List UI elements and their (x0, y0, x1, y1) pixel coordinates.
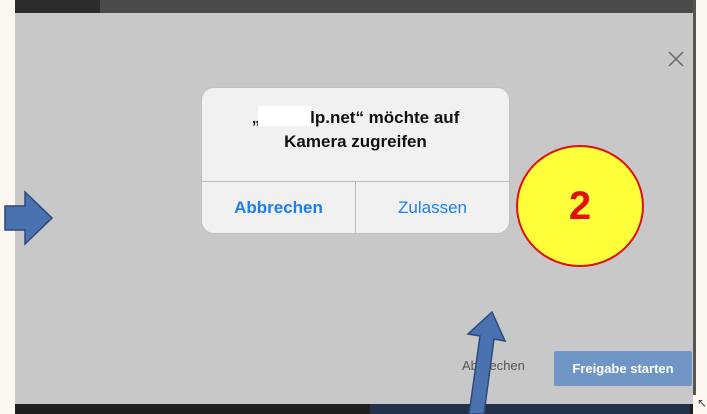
dialog-allow-button[interactable]: Zulassen (356, 182, 509, 233)
bottom-bar-blue-segment (370, 403, 690, 414)
dialog-cancel-button[interactable]: Abbrechen (202, 182, 355, 233)
permission-message: „ lp.net“ möchte auf Kamera zugreifen (202, 106, 509, 154)
camera-permission-dialog: „ lp.net“ möchte auf Kamera zugreifen Abb… (202, 88, 509, 233)
step-number-badge: 2 (516, 145, 644, 267)
resize-corner-icon: ↖ (697, 396, 707, 410)
right-edge-line (693, 0, 696, 395)
redacted-domain (258, 106, 313, 126)
close-icon[interactable] (666, 49, 686, 69)
start-sharing-button[interactable]: Freigabe starten (554, 351, 692, 386)
step-number: 2 (568, 183, 592, 228)
left-margin (0, 0, 15, 414)
domain-suffix: lp.net“ möchte auf (310, 108, 460, 127)
permission-message-line2: Kamera zugreifen (284, 132, 427, 151)
permission-message-line1: „ lp.net“ möchte auf (202, 106, 509, 130)
footer-cancel-button[interactable]: Abbrechen (462, 358, 525, 373)
